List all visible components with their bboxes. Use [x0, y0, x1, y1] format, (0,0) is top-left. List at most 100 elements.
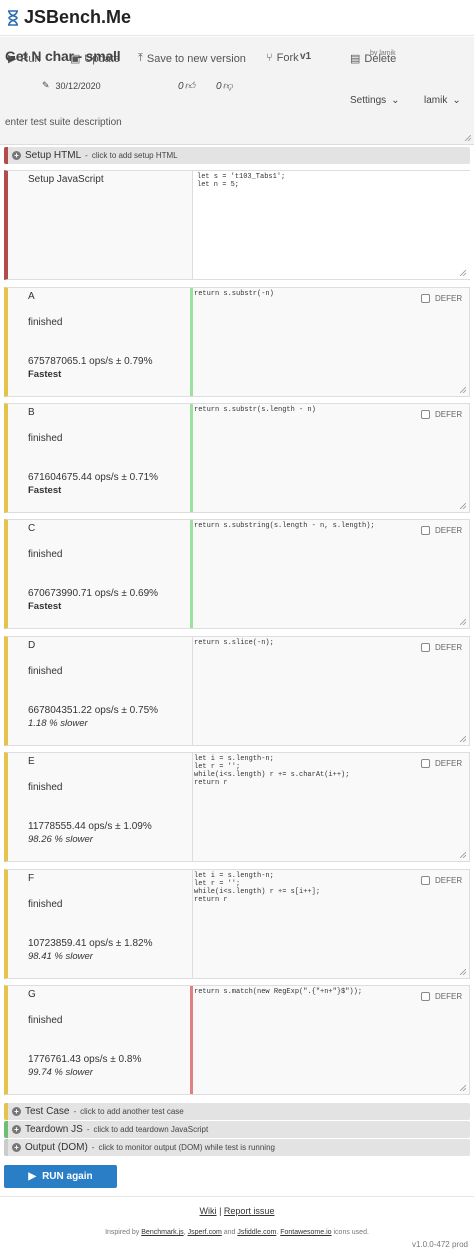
test-case-rank: 99.74 % slower	[28, 1067, 93, 1078]
test-case-name[interactable]: D	[28, 640, 35, 651]
resize-handle-icon[interactable]	[465, 135, 471, 141]
result-marker	[190, 404, 193, 512]
plus-icon: +	[12, 1143, 21, 1152]
test-case-code-editor[interactable]: let i = s.length-n; let r = ''; while(i<…	[193, 870, 413, 906]
user-dropdown[interactable]: lamik ⌄	[424, 95, 461, 106]
hourglass-icon	[8, 9, 18, 26]
resize-handle-icon[interactable]	[460, 619, 466, 625]
footer-links: Wiki | Report issue	[199, 1206, 275, 1216]
dislike-button[interactable]: 0 👎︎	[216, 80, 233, 93]
test-case-status: finished	[28, 899, 63, 910]
test-case-name[interactable]: C	[28, 523, 35, 534]
benchmarkjs-link[interactable]: Benchmark.js	[141, 1229, 183, 1236]
chevron-down-icon: ⌄	[391, 95, 400, 106]
test-case-rank: 98.26 % slower	[28, 834, 93, 845]
report-issue-link[interactable]: Report issue	[224, 1206, 275, 1216]
resize-handle-icon[interactable]	[460, 270, 466, 276]
plus-icon: +	[12, 1125, 21, 1134]
defer-checkbox[interactable]: DEFER	[421, 294, 462, 303]
resize-handle-icon[interactable]	[460, 852, 466, 858]
setup-html-bar[interactable]: + Setup HTML - click to add setup HTML	[4, 147, 470, 164]
test-case-result: 10723859.41 ops/s ± 1.82%	[28, 938, 153, 949]
test-case-status: finished	[28, 549, 63, 560]
suite-header: ▶ Run ▣ Update Get N char - small ⤒ Save to…	[0, 37, 474, 145]
result-marker	[190, 520, 193, 628]
fontawesome-link[interactable]: Fontawesome.io	[280, 1229, 331, 1236]
setup-js-label: Setup JavaScript	[28, 174, 104, 185]
result-marker	[192, 637, 193, 745]
test-case-result: 1776761.43 ops/s ± 0.8%	[28, 1054, 142, 1065]
chevron-down-icon: ⌄	[452, 95, 461, 106]
resize-handle-icon[interactable]	[460, 503, 466, 509]
test-case-code-editor[interactable]: return s.substr(s.length - n)	[193, 404, 413, 416]
test-case-bar[interactable]: + Test Case - click to add another test …	[4, 1103, 470, 1120]
test-case-panel: Dfinished 667804351.22 ops/s ± 0.75% 1.18 …	[4, 636, 470, 746]
defer-checkbox[interactable]: DEFER	[421, 526, 462, 535]
test-case-panel: Cfinished 670673990.71 ops/s ± 0.69% Faste…	[4, 519, 470, 629]
resize-handle-icon[interactable]	[460, 736, 466, 742]
checkbox-icon	[421, 410, 430, 419]
test-case-rank: Fastest	[28, 485, 62, 496]
resize-handle-icon[interactable]	[460, 387, 466, 393]
result-marker	[190, 986, 193, 1094]
test-case-rank: 1.18 % slower	[28, 718, 88, 729]
test-case-name[interactable]: G	[28, 989, 36, 1000]
test-case-rank: 98.41 % slower	[28, 951, 93, 962]
test-case-rank: Fastest	[28, 369, 62, 380]
result-marker	[190, 288, 193, 396]
suite-description-input[interactable]: enter test suite description	[5, 117, 122, 128]
setup-js-editor[interactable]: let s = 't103_Tabs1'; let n = 5;	[192, 171, 470, 279]
test-case-panel: Afinished 675787065.1 ops/s ± 0.79% Fastes…	[4, 287, 470, 397]
test-case-panel: Bfinished 671604675.44 ops/s ± 0.71% Faste…	[4, 403, 470, 513]
test-case-result: 670673990.71 ops/s ± 0.69%	[28, 588, 159, 599]
test-case-status: finished	[28, 433, 63, 444]
teardown-bar[interactable]: + Teardown JS - click to add teardown Ja…	[4, 1121, 470, 1138]
checkbox-icon	[421, 992, 430, 1001]
checkbox-icon	[421, 876, 430, 885]
test-case-panel: Ffinished 10723859.41 ops/s ± 1.82% 98.41 …	[4, 869, 470, 979]
wiki-link[interactable]: Wiki	[200, 1206, 217, 1216]
test-case-name[interactable]: F	[28, 873, 34, 884]
settings-dropdown[interactable]: Settings ⌄	[350, 95, 400, 106]
logo[interactable]: JSBench.Me	[7, 7, 131, 28]
fork-button[interactable]: ⑂ Fork	[266, 52, 299, 64]
test-case-code-editor[interactable]: return s.substr(-n)	[193, 288, 413, 300]
test-case-rank: Fastest	[28, 601, 62, 612]
jsfiddle-link[interactable]: Jsfiddle.com	[237, 1229, 276, 1236]
jsperf-link[interactable]: Jsperf.com	[188, 1229, 222, 1236]
test-case-name[interactable]: B	[28, 407, 35, 418]
resize-handle-icon[interactable]	[460, 969, 466, 975]
test-case-code-editor[interactable]: return s.match(new RegExp(".{"+n+"}$"));	[193, 986, 413, 998]
suite-date: ✎ 30/12/2020	[42, 80, 101, 91]
test-case-result: 667804351.22 ops/s ± 0.75%	[28, 705, 159, 716]
test-case-code-editor[interactable]: let i = s.length-n; let r = ''; while(i<…	[193, 753, 413, 789]
test-case-result: 671604675.44 ops/s ± 0.71%	[28, 472, 159, 483]
like-button[interactable]: 0 👍︎	[178, 80, 195, 93]
defer-checkbox[interactable]: DEFER	[421, 643, 462, 652]
plus-icon: +	[12, 1107, 21, 1116]
defer-checkbox[interactable]: DEFER	[421, 876, 462, 885]
test-case-name[interactable]: E	[28, 756, 35, 767]
setup-js-panel: Setup JavaScript let s = 't103_Tabs1'; l…	[4, 170, 470, 280]
defer-checkbox[interactable]: DEFER	[421, 759, 462, 768]
test-case-panel: Efinished 11778555.44 ops/s ± 1.09% 98.26 …	[4, 752, 470, 862]
save-new-version-button[interactable]: ⤒ Save to new version	[138, 52, 246, 65]
test-case-name[interactable]: A	[28, 291, 35, 302]
thumbs-down-icon: 👎︎	[222, 81, 233, 92]
test-case-code-editor[interactable]: return s.slice(-n);	[193, 637, 413, 649]
defer-checkbox[interactable]: DEFER	[421, 410, 462, 419]
fork-icon: ⑂	[266, 52, 273, 64]
run-again-button[interactable]: ▶ RUN again	[4, 1165, 117, 1188]
test-case-result: 11778555.44 ops/s ± 1.09%	[28, 821, 152, 832]
version-label: v1	[300, 51, 312, 62]
test-case-code-editor[interactable]: return s.substring(s.length - n, s.lengt…	[193, 520, 413, 532]
resize-handle-icon[interactable]	[460, 1085, 466, 1091]
test-case-status: finished	[28, 1015, 63, 1026]
output-dom-bar[interactable]: + Output (DOM) - click to monitor output…	[4, 1139, 470, 1156]
delete-button[interactable]: ▤ Delete	[350, 52, 396, 66]
inspired-text: Inspired by Benchmark.js, Jsperf.com and…	[105, 1229, 369, 1236]
defer-checkbox[interactable]: DEFER	[421, 992, 462, 1001]
suite-title[interactable]: Get N char - small	[5, 48, 121, 64]
checkbox-icon	[421, 759, 430, 768]
plus-icon: +	[12, 151, 21, 160]
